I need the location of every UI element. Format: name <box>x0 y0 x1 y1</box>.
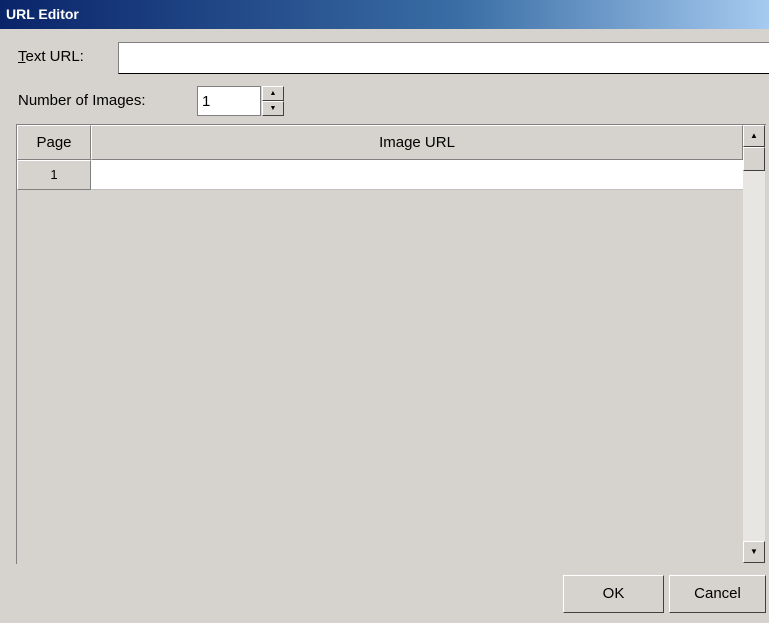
scroll-up-button[interactable]: ▲ <box>743 125 765 147</box>
arrow-up-icon: ▲ <box>750 131 758 140</box>
text-url-label: Text URL: <box>18 48 84 65</box>
scroll-thumb[interactable] <box>743 147 765 171</box>
cancel-button[interactable]: Cancel <box>669 575 766 613</box>
column-header-image-url[interactable]: Image URL <box>91 125 743 160</box>
text-url-row: Text URL: <box>0 40 769 76</box>
num-images-input[interactable] <box>197 86 261 116</box>
image-url-grid: Page Image URL 1 ▲ ▼ <box>16 124 766 564</box>
scroll-down-button[interactable]: ▼ <box>743 541 765 563</box>
vertical-scrollbar[interactable]: ▲ ▼ <box>743 125 765 563</box>
column-header-page[interactable]: Page <box>17 125 91 160</box>
arrow-down-icon: ▼ <box>269 105 277 112</box>
arrow-up-icon: ▲ <box>269 90 277 97</box>
num-images-spinner: ▲ ▼ <box>262 86 284 116</box>
grid-header: Page Image URL <box>17 125 743 160</box>
num-images-label: Number of Images: <box>18 92 146 109</box>
window-title: URL Editor <box>0 0 769 29</box>
row-header-page[interactable]: 1 <box>17 160 91 190</box>
spin-up-button[interactable]: ▲ <box>262 86 284 101</box>
table-row: 1 <box>17 160 743 190</box>
image-url-cell[interactable] <box>91 160 743 190</box>
num-images-row: Number of Images: ▲ ▼ <box>0 86 769 118</box>
text-url-input[interactable] <box>118 42 769 74</box>
spin-down-button[interactable]: ▼ <box>262 101 284 116</box>
ok-button[interactable]: OK <box>563 575 664 613</box>
arrow-down-icon: ▼ <box>750 547 758 556</box>
